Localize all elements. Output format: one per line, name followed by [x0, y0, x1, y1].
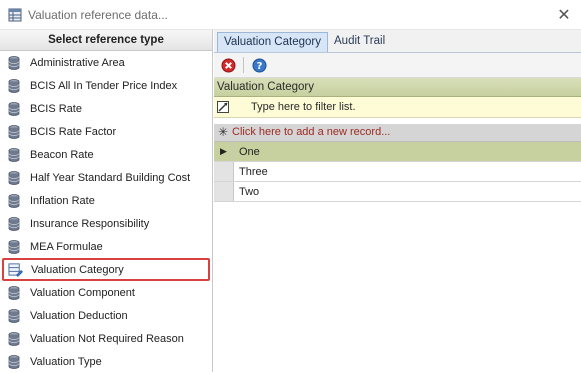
reference-item-beacon-rate[interactable]: Beacon Rate	[0, 143, 212, 166]
database-icon	[8, 331, 20, 346]
add-record-link[interactable]: Click here to add a new record...	[232, 124, 390, 141]
reference-item-label: Inflation Rate	[30, 194, 95, 207]
add-record-row[interactable]: ✳ Click here to add a new record...	[214, 124, 581, 142]
reference-item-label: BCIS Rate	[30, 102, 82, 115]
reference-item-label: Valuation Type	[30, 355, 102, 368]
tab-bar: Valuation Category Audit Trail	[214, 30, 581, 53]
window-titlebar: Valuation reference data... ✕	[0, 0, 581, 30]
help-icon: ?	[252, 58, 266, 72]
detail-panel: Valuation Category Audit Trail ? Valuati…	[214, 30, 581, 372]
reference-item-label: Administrative Area	[30, 56, 125, 69]
reference-item-label: Valuation Component	[30, 286, 135, 299]
delete-icon	[221, 58, 235, 72]
tab-audit-trail[interactable]: Audit Trail	[328, 32, 391, 52]
reference-item-valuation-deduction[interactable]: Valuation Deduction	[0, 304, 212, 327]
database-icon	[8, 55, 20, 70]
toolbar-separator	[243, 57, 244, 73]
reference-item-valuation-type[interactable]: Valuation Type	[0, 350, 212, 373]
reference-item-bcis-all-in-tender-price-index[interactable]: BCIS All In Tender Price Index	[0, 74, 212, 97]
database-icon	[8, 308, 20, 323]
reference-item-valuation-component[interactable]: Valuation Component	[0, 281, 212, 304]
delete-button[interactable]	[219, 56, 237, 74]
grid-cell-value[interactable]: Two	[234, 182, 581, 201]
reference-item-label: MEA Formulae	[30, 240, 103, 253]
grid-caption: Valuation Category	[214, 78, 581, 97]
help-button[interactable]: ?	[250, 56, 268, 74]
database-icon	[8, 216, 20, 231]
database-icon	[8, 147, 20, 162]
grid-row[interactable]: ▶ One	[214, 142, 581, 162]
row-selector[interactable]	[214, 182, 234, 201]
database-icon	[8, 354, 20, 369]
grid-cell-value[interactable]: Three	[234, 162, 581, 181]
reference-item-label: BCIS Rate Factor	[30, 125, 117, 138]
reference-item-label: Valuation Deduction	[30, 309, 128, 322]
reference-item-label: BCIS All In Tender Price Index	[30, 79, 178, 92]
svg-text:?: ?	[256, 61, 262, 72]
close-button[interactable]: ✕	[553, 4, 575, 26]
grid-rows: ▶ One Three Two	[214, 142, 581, 202]
row-selector[interactable]	[214, 162, 234, 181]
close-icon: ✕	[557, 7, 571, 24]
grid-row[interactable]: Three	[214, 162, 581, 182]
database-icon	[8, 124, 20, 139]
reference-item-administrative-area[interactable]: Administrative Area	[0, 51, 212, 74]
database-icon	[8, 239, 20, 254]
reference-type-header: Select reference type	[0, 30, 212, 51]
row-selector[interactable]: ▶	[214, 142, 234, 161]
reference-item-insurance-responsibility[interactable]: Insurance Responsibility	[0, 212, 212, 235]
grid-cell-value[interactable]: One	[234, 142, 581, 161]
grid-row[interactable]: Two	[214, 182, 581, 202]
database-icon	[8, 101, 20, 116]
table-app-icon	[8, 8, 22, 21]
database-icon	[8, 78, 20, 93]
filter-input[interactable]: Type here to filter list.	[251, 101, 356, 113]
grid-toolbar: ?	[214, 53, 581, 78]
reference-item-mea-formulae[interactable]: MEA Formulae	[0, 235, 212, 258]
reference-item-label: Beacon Rate	[30, 148, 94, 161]
database-edit-icon	[8, 263, 23, 277]
new-record-icon: ✳	[217, 125, 229, 139]
filter-row[interactable]: Type here to filter list.	[214, 97, 581, 118]
reference-type-panel: Select reference type Administrative Are…	[0, 30, 213, 372]
filter-icon	[217, 101, 229, 113]
reference-item-label: Half Year Standard Building Cost	[30, 171, 191, 184]
database-icon	[8, 285, 20, 300]
database-icon	[8, 170, 20, 185]
reference-item-valuation-category[interactable]: Valuation Category	[2, 258, 210, 281]
tab-valuation-category[interactable]: Valuation Category	[217, 32, 328, 52]
reference-item-label: Insurance Responsibility	[30, 217, 150, 230]
database-icon	[8, 193, 20, 208]
reference-item-bcis-rate[interactable]: BCIS Rate	[0, 97, 212, 120]
reference-item-bcis-rate-factor[interactable]: BCIS Rate Factor	[0, 120, 212, 143]
reference-item-half-year-standard-building-cost[interactable]: Half Year Standard Building Cost	[0, 166, 212, 189]
reference-item-valuation-not-required-reason[interactable]: Valuation Not Required Reason	[0, 327, 212, 350]
window-title: Valuation reference data...	[28, 7, 168, 22]
reference-item-label: Valuation Category	[31, 263, 124, 276]
reference-item-label: Valuation Not Required Reason	[30, 332, 184, 345]
reference-type-list: Administrative Area BCIS All In Tender Pr…	[0, 51, 212, 373]
current-row-icon: ▶	[220, 146, 227, 156]
reference-item-inflation-rate[interactable]: Inflation Rate	[0, 189, 212, 212]
